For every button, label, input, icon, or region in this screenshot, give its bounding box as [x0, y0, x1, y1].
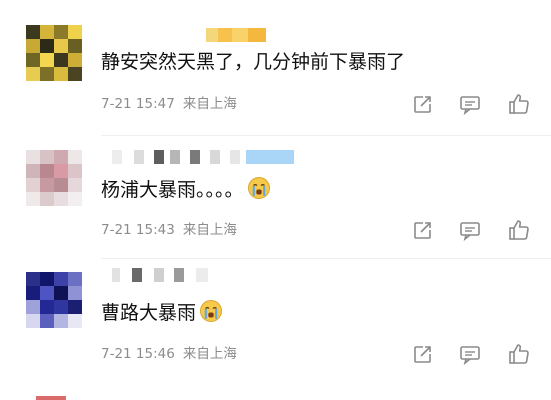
like-icon[interactable] — [508, 219, 530, 241]
comment-actions — [410, 93, 535, 115]
avatar[interactable] — [26, 25, 82, 81]
divider — [101, 258, 551, 259]
comment-meta: 7-21 15:43 来自上海 — [101, 221, 237, 239]
comment-location: 来自上海 — [182, 222, 237, 238]
comment-icon[interactable] — [459, 219, 481, 241]
avatar[interactable] — [26, 272, 82, 328]
comment-time: 7-21 15:43 — [101, 222, 175, 238]
username-pixelated[interactable] — [206, 28, 266, 42]
comment-text: 曹路大暴雨 — [101, 299, 223, 325]
comment-text-content: 杨浦大暴雨。。。。 — [101, 179, 244, 201]
crying-face-icon — [247, 176, 271, 200]
comment-meta: 7-21 15:47 来自上海 — [101, 95, 237, 113]
comment-text: 静安突然天黑了，几分钟前下暴雨了 — [101, 50, 405, 74]
comment-actions — [410, 219, 535, 241]
comment-icon[interactable] — [459, 343, 481, 365]
share-icon[interactable] — [412, 219, 434, 241]
comment-time: 7-21 15:46 — [101, 346, 175, 362]
share-icon[interactable] — [412, 93, 434, 115]
crying-face-icon — [199, 299, 223, 323]
share-icon[interactable] — [412, 343, 434, 365]
avatar[interactable] — [26, 150, 82, 206]
comment-location: 来自上海 — [182, 96, 237, 112]
comment-actions — [410, 343, 535, 365]
comment-icon[interactable] — [459, 93, 481, 115]
comment-meta: 7-21 15:46 来自上海 — [101, 345, 237, 363]
avatar-partial — [36, 396, 66, 400]
username-pixelated[interactable] — [112, 268, 222, 282]
like-icon[interactable] — [508, 93, 530, 115]
comment-text-content: 静安突然天黑了，几分钟前下暴雨了 — [101, 51, 406, 73]
comment-text: 杨浦大暴雨。。。。 — [101, 176, 271, 202]
comment-text-content: 曹路大暴雨 — [101, 302, 197, 324]
comment-location: 来自上海 — [182, 346, 237, 362]
comment-time: 7-21 15:47 — [101, 96, 175, 112]
like-icon[interactable] — [508, 343, 530, 365]
divider — [101, 135, 551, 136]
username-pixelated[interactable] — [112, 150, 294, 164]
